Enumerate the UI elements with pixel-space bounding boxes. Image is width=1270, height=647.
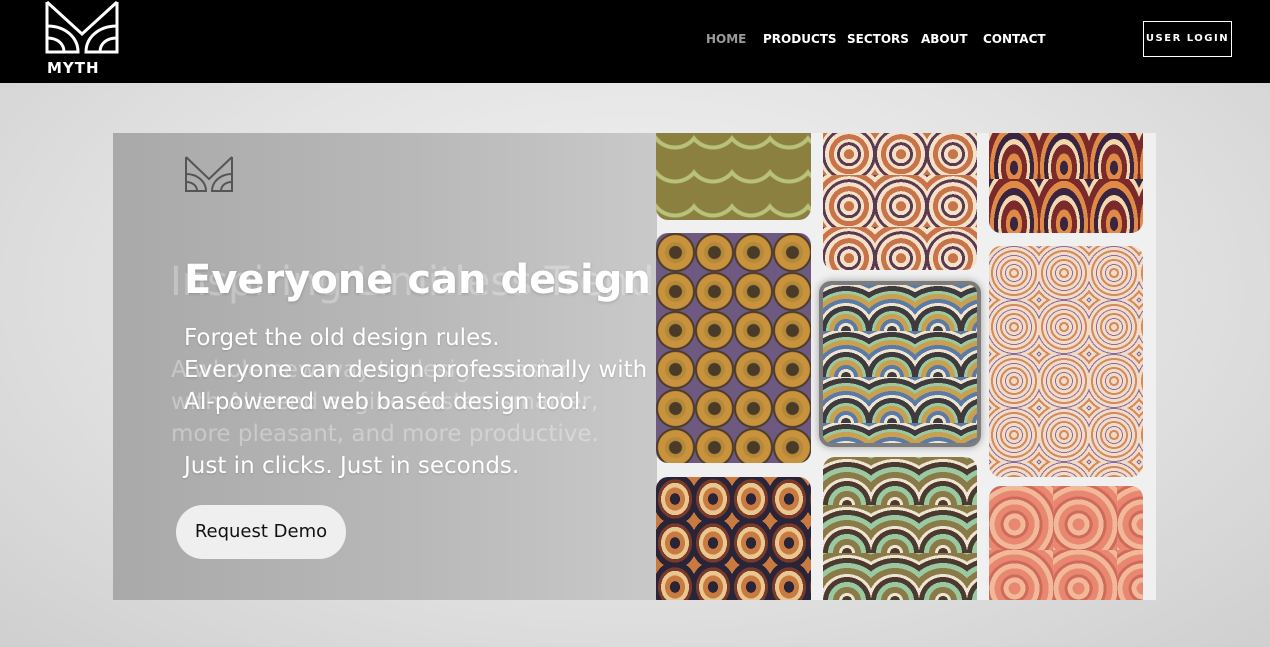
pattern-tile[interactable] bbox=[656, 477, 811, 600]
request-demo-button[interactable]: Request Demo bbox=[176, 505, 346, 559]
pattern-tile[interactable] bbox=[656, 133, 811, 220]
main-nav: HOME PRODUCTS SECTORS ABOUT CONTACT bbox=[0, 31, 1270, 47]
pattern-tile[interactable] bbox=[823, 457, 977, 600]
hero-title: Everyone can design bbox=[184, 257, 651, 303]
pattern-tile[interactable] bbox=[823, 133, 977, 270]
nav-home[interactable]: HOME bbox=[706, 31, 746, 47]
hero-tagline-line: Just in clicks. Just in seconds. bbox=[184, 453, 520, 479]
hero-tagline-line: Everyone can design professionally with bbox=[184, 357, 648, 383]
pattern-tile[interactable] bbox=[989, 133, 1143, 233]
nav-about[interactable]: ABOUT bbox=[921, 31, 968, 47]
hero-tagline-line: AI-powered web based design tool. bbox=[184, 389, 588, 415]
pattern-tile[interactable] bbox=[656, 233, 811, 463]
nav-contact[interactable]: CONTACT bbox=[983, 31, 1046, 47]
user-login-button[interactable]: USER LOGIN bbox=[1143, 21, 1232, 57]
hero-banner: Inspiring Limitless Trends A whole new w… bbox=[113, 133, 1156, 600]
hero-tagline-line: Forget the old design rules. bbox=[184, 325, 500, 351]
pattern-tile[interactable] bbox=[989, 486, 1143, 600]
pattern-tile[interactable] bbox=[989, 246, 1143, 477]
hero-text-panel: Inspiring Limitless Trends A whole new w… bbox=[113, 133, 675, 600]
nav-sectors[interactable]: SECTORS bbox=[847, 31, 909, 47]
ghost-line: more pleasant, and more productive. bbox=[171, 421, 599, 447]
pattern-tile-selected[interactable] bbox=[819, 281, 981, 447]
nav-products[interactable]: PRODUCTS bbox=[763, 31, 837, 47]
logo-text: MYTH bbox=[47, 59, 100, 77]
myth-mark-icon bbox=[185, 156, 233, 192]
site-header: MYTH HOME PRODUCTS SECTORS ABOUT CONTACT… bbox=[0, 0, 1270, 83]
